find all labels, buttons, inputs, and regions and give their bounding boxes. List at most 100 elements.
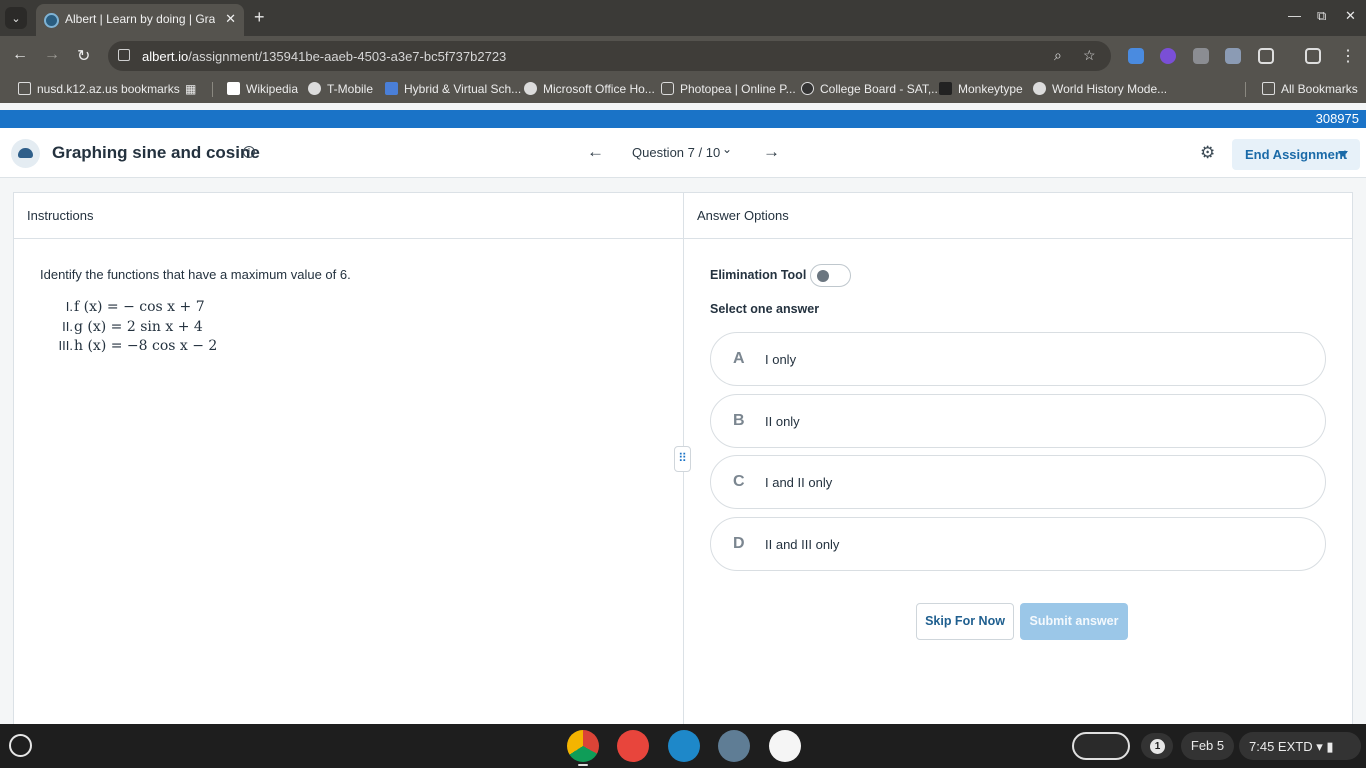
function-item: III.h (x) = −8 cos x − 2 xyxy=(54,338,218,358)
extensions-puzzle-icon[interactable] xyxy=(1258,48,1274,64)
cast-icon[interactable] xyxy=(1305,48,1321,64)
submit-answer-button[interactable]: Submit answer xyxy=(1020,603,1128,640)
extension-shield-icon[interactable] xyxy=(1128,48,1144,64)
function-list: I.f (x) = − cos x + 7 II.g (x) = 2 sin x… xyxy=(54,299,218,358)
answer-option-c[interactable]: C I and II only xyxy=(710,455,1326,509)
photopea-icon xyxy=(661,82,674,95)
select-one-answer-label: Select one answer xyxy=(710,302,820,316)
assignment-title: Graphing sine and cosine xyxy=(52,143,260,162)
bookmark-divider xyxy=(1245,82,1246,97)
option-letter: C xyxy=(733,473,745,490)
browser-toolbar: ← → ↻ albert.io/assignment/135941be-aaeb… xyxy=(0,36,1366,76)
restore-icon[interactable]: ⧉ xyxy=(1317,8,1326,24)
bookmark-folder-nusd[interactable]: nusd.k12.az.us bookmarks xyxy=(18,82,180,96)
battery-icon: ▮ xyxy=(1326,739,1334,754)
tab-close-icon[interactable]: ✕ xyxy=(225,11,236,27)
answer-options-heading: Answer Options xyxy=(684,193,1352,239)
bookmark-photopea[interactable]: Photopea | Online P... xyxy=(661,82,796,96)
option-text: II and III only xyxy=(765,537,840,552)
bookmark-wikipedia[interactable]: Wikipedia xyxy=(227,82,298,96)
elimination-tool-label: Elimination Tool xyxy=(710,268,807,282)
paint-app-icon[interactable] xyxy=(617,730,649,762)
answer-option-a[interactable]: A I only xyxy=(710,332,1326,386)
zoom-search-icon[interactable]: ⌕ xyxy=(1054,47,1062,64)
bookmark-star-icon[interactable]: ☆ xyxy=(1083,47,1096,64)
notification-count: 1 xyxy=(1150,739,1165,754)
info-icon[interactable]: i xyxy=(243,146,255,158)
answer-option-b[interactable]: B II only xyxy=(710,394,1326,448)
chrome-app-icon[interactable] xyxy=(567,730,599,762)
tray-pill-icon[interactable] xyxy=(1072,732,1130,760)
wifi-icon: ▾ xyxy=(1316,739,1323,754)
session-id: 308975 xyxy=(1315,111,1359,126)
browser-menu-icon[interactable]: ⋮ xyxy=(1340,46,1356,66)
globe-icon xyxy=(1033,82,1046,95)
minimize-icon[interactable]: — xyxy=(1288,8,1301,23)
skip-for-now-button[interactable]: Skip For Now xyxy=(916,603,1014,640)
assignment-header: Graphing sine and cosine i ← Question 7 … xyxy=(0,128,1366,178)
site-info-icon[interactable] xyxy=(118,49,130,61)
instructions-heading: Instructions xyxy=(14,193,683,239)
classroom-app-icon[interactable] xyxy=(668,730,700,762)
bookmark-collegeboard[interactable]: College Board - SAT,... xyxy=(801,82,941,96)
status-time[interactable]: 7:45 EXTD ▾ ▮ xyxy=(1239,732,1361,760)
launcher-icon[interactable] xyxy=(9,734,32,757)
folder-icon xyxy=(1262,82,1275,95)
new-tab-plus-icon[interactable]: + xyxy=(254,7,265,27)
next-question-arrow-icon[interactable]: → xyxy=(763,142,780,162)
previous-question-arrow-icon[interactable]: ← xyxy=(587,142,604,162)
settings-gear-icon[interactable]: ⚙ xyxy=(1200,143,1215,163)
elimination-tool-toggle[interactable] xyxy=(810,264,851,287)
function-expression: f (x) = − cos x + 7 xyxy=(74,299,205,315)
instructions-panel: Instructions Identify the functions that… xyxy=(13,192,684,732)
bookmark-tmobile[interactable]: T-Mobile xyxy=(308,82,373,96)
back-arrow-icon[interactable]: ← xyxy=(12,46,28,64)
function-number: II. xyxy=(62,318,73,334)
function-expression: g (x) = 2 sin x + 4 xyxy=(74,318,203,335)
globe-icon xyxy=(308,82,321,95)
answer-option-d[interactable]: D II and III only xyxy=(710,517,1326,571)
apps-grid-icon[interactable]: ▦ xyxy=(185,82,196,96)
wikipedia-icon xyxy=(227,82,240,95)
bookmark-microsoft[interactable]: Microsoft Office Ho... xyxy=(524,82,655,96)
top-status-bar: 308975 xyxy=(0,110,1366,128)
end-assignment-label: End Assignment xyxy=(1245,147,1348,162)
tab-title: Albert | Learn by doing | Grades xyxy=(65,12,215,26)
option-letter: D xyxy=(733,535,745,552)
chevron-down-icon[interactable]: ⌄ xyxy=(722,142,732,156)
option-text: II only xyxy=(765,414,800,429)
date-display[interactable]: Feb 5 xyxy=(1181,732,1234,760)
tab-search-chevron-icon[interactable]: ⌄ xyxy=(5,7,27,29)
folder-icon xyxy=(18,82,31,95)
time-display: 7:45 EXTD xyxy=(1249,739,1313,754)
extension-k-icon[interactable] xyxy=(1160,48,1176,64)
panel-resize-handle-icon[interactable]: ⠿ xyxy=(674,446,691,472)
question-prompt: Identify the functions that have a maxim… xyxy=(40,267,351,282)
bookmark-monkeytype[interactable]: Monkeytype xyxy=(939,82,1023,96)
toggle-knob xyxy=(817,270,829,282)
active-app-indicator xyxy=(578,764,588,766)
bookmark-divider xyxy=(212,82,213,97)
function-item: II.g (x) = 2 sin x + 4 xyxy=(54,319,217,339)
flower-app-icon[interactable] xyxy=(769,730,801,762)
extension-reader-icon[interactable] xyxy=(1225,48,1241,64)
close-window-icon[interactable]: ✕ xyxy=(1345,8,1356,24)
bookmark-hybrid[interactable]: Hybrid & Virtual Sch... xyxy=(385,82,521,96)
address-bar[interactable]: albert.io/assignment/135941be-aaeb-4503-… xyxy=(108,41,1111,71)
reload-icon[interactable]: ↻ xyxy=(77,46,90,66)
albert-logo-icon[interactable] xyxy=(11,139,40,168)
shield-icon xyxy=(801,82,814,95)
all-bookmarks-folder[interactable]: All Bookmarks xyxy=(1262,82,1358,96)
question-selector[interactable]: Question 7 / 10 xyxy=(632,145,720,160)
bookmark-world-history[interactable]: World History Mode... xyxy=(1033,82,1167,96)
browser-tab-strip: ⌄ Albert | Learn by doing | Grades ✕ + —… xyxy=(0,0,1366,36)
end-assignment-button[interactable]: End Assignment xyxy=(1232,139,1360,170)
settings-app-icon[interactable] xyxy=(718,730,750,762)
globe-icon xyxy=(524,82,537,95)
option-letter: A xyxy=(733,350,745,367)
extension-print-icon[interactable] xyxy=(1193,48,1209,64)
caret-down-icon xyxy=(1338,151,1348,157)
notification-badge[interactable]: 1 xyxy=(1141,733,1173,759)
forward-arrow-icon[interactable]: → xyxy=(44,46,60,64)
browser-tab[interactable]: Albert | Learn by doing | Grades ✕ xyxy=(36,4,244,36)
